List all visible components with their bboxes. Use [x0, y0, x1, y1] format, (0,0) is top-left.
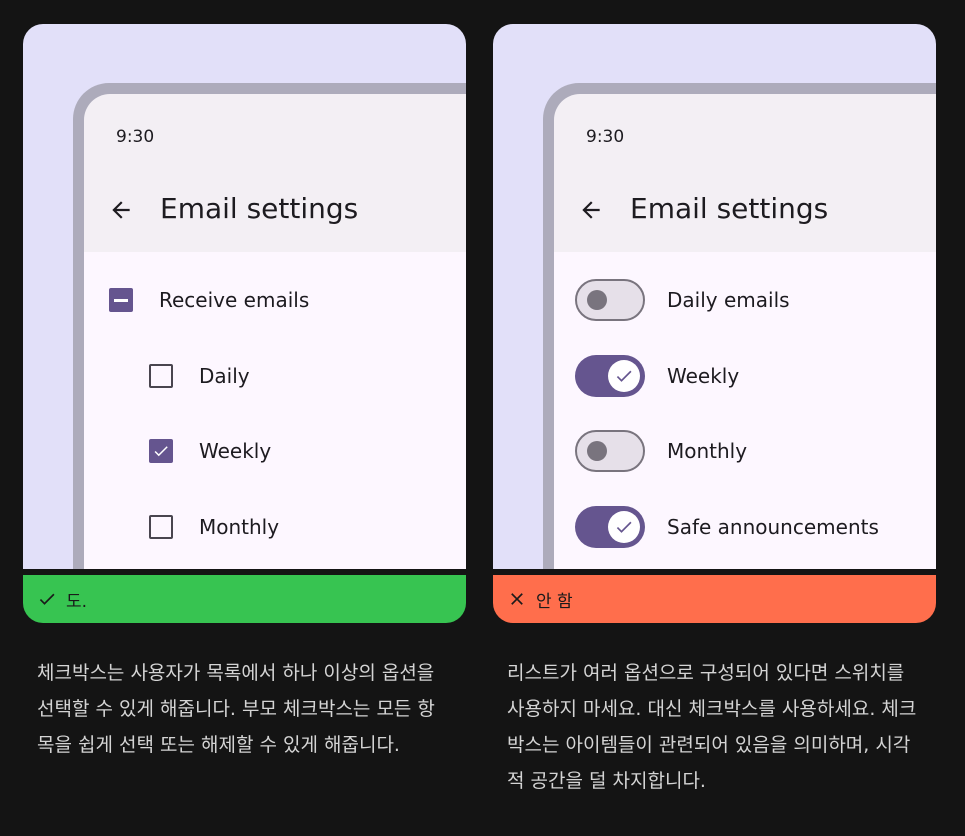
checkbox-label: Weekly: [199, 439, 272, 463]
switch-thumb: [587, 441, 607, 461]
switch-row-monthly[interactable]: Monthly: [554, 421, 936, 481]
switch-thumb: [587, 290, 607, 310]
dash-icon: [114, 298, 128, 302]
unchecked-checkbox[interactable]: [149, 515, 173, 539]
phone-screen: 9:30 Email settings Receive emails Daily…: [84, 94, 466, 569]
checkbox-row-monthly[interactable]: Monthly: [84, 497, 466, 557]
parent-checkbox-row[interactable]: Receive emails: [84, 270, 466, 330]
indeterminate-checkbox[interactable]: [109, 288, 133, 312]
switch-row-daily-emails[interactable]: Daily emails: [554, 270, 936, 330]
settings-list: Receive emails Daily Weekly Monthly: [84, 252, 466, 569]
switch-row-weekly[interactable]: Weekly: [554, 346, 936, 406]
do-description: 체크박스는 사용자가 목록에서 하나 이상의 옵션을 선택할 수 있게 해줍니다…: [37, 662, 435, 756]
phone-screen: 9:30 Email settings Daily emails Weekly …: [554, 94, 936, 569]
dont-description: 리스트가 여러 옵션으로 구성되어 있다면 스위치를 사용하지 마세요. 대신 …: [507, 662, 917, 792]
status-bar-time: 9:30: [586, 127, 625, 147]
do-example-card: 9:30 Email settings Receive emails Daily…: [23, 24, 466, 623]
phone-frame: 9:30 Email settings Receive emails Daily…: [73, 83, 466, 569]
switch-off[interactable]: [575, 279, 645, 321]
back-arrow-icon[interactable]: [108, 197, 134, 223]
switch-on[interactable]: [575, 355, 645, 397]
checkbox-row-weekly[interactable]: Weekly: [84, 421, 466, 481]
switch-thumb: [608, 360, 640, 392]
example-stage: 9:30 Email settings Receive emails Daily…: [23, 24, 466, 569]
check-icon: [616, 521, 632, 533]
checkbox-label: Receive emails: [159, 288, 310, 312]
back-arrow-icon[interactable]: [578, 197, 604, 223]
switch-label: Weekly: [667, 364, 740, 388]
example-stage: 9:30 Email settings Daily emails Weekly …: [493, 24, 936, 569]
checkbox-row-daily[interactable]: Daily: [84, 346, 466, 406]
dont-banner: 안 함: [493, 575, 936, 623]
top-app-bar: Email settings: [554, 172, 936, 252]
banner-label: 도.: [66, 591, 88, 612]
top-app-bar: Email settings: [84, 172, 466, 252]
switch-label: Safe announcements: [667, 515, 879, 539]
page-title: Email settings: [160, 192, 359, 225]
checkbox-label: Monthly: [199, 515, 280, 539]
checkbox-label: Daily: [199, 364, 250, 388]
phone-frame: 9:30 Email settings Daily emails Weekly …: [543, 83, 936, 569]
banner-label: 안 함: [536, 591, 573, 612]
switch-thumb: [608, 511, 640, 543]
settings-list: Daily emails Weekly Monthly Safe announc…: [554, 252, 936, 569]
switch-off[interactable]: [575, 430, 645, 472]
check-icon: [616, 370, 632, 382]
switch-on[interactable]: [575, 506, 645, 548]
switch-label: Monthly: [667, 439, 748, 463]
check-icon: [154, 446, 168, 457]
do-banner: 도.: [23, 575, 466, 623]
switch-row-safe-announcements[interactable]: Safe announcements: [554, 497, 936, 557]
unchecked-checkbox[interactable]: [149, 364, 173, 388]
switch-label: Daily emails: [667, 288, 790, 312]
checked-checkbox[interactable]: [149, 439, 173, 463]
page-title: Email settings: [630, 192, 829, 225]
check-icon: [39, 593, 55, 605]
close-icon: [511, 593, 523, 605]
status-bar-time: 9:30: [116, 127, 155, 147]
dont-example-card: 9:30 Email settings Daily emails Weekly …: [493, 24, 936, 623]
